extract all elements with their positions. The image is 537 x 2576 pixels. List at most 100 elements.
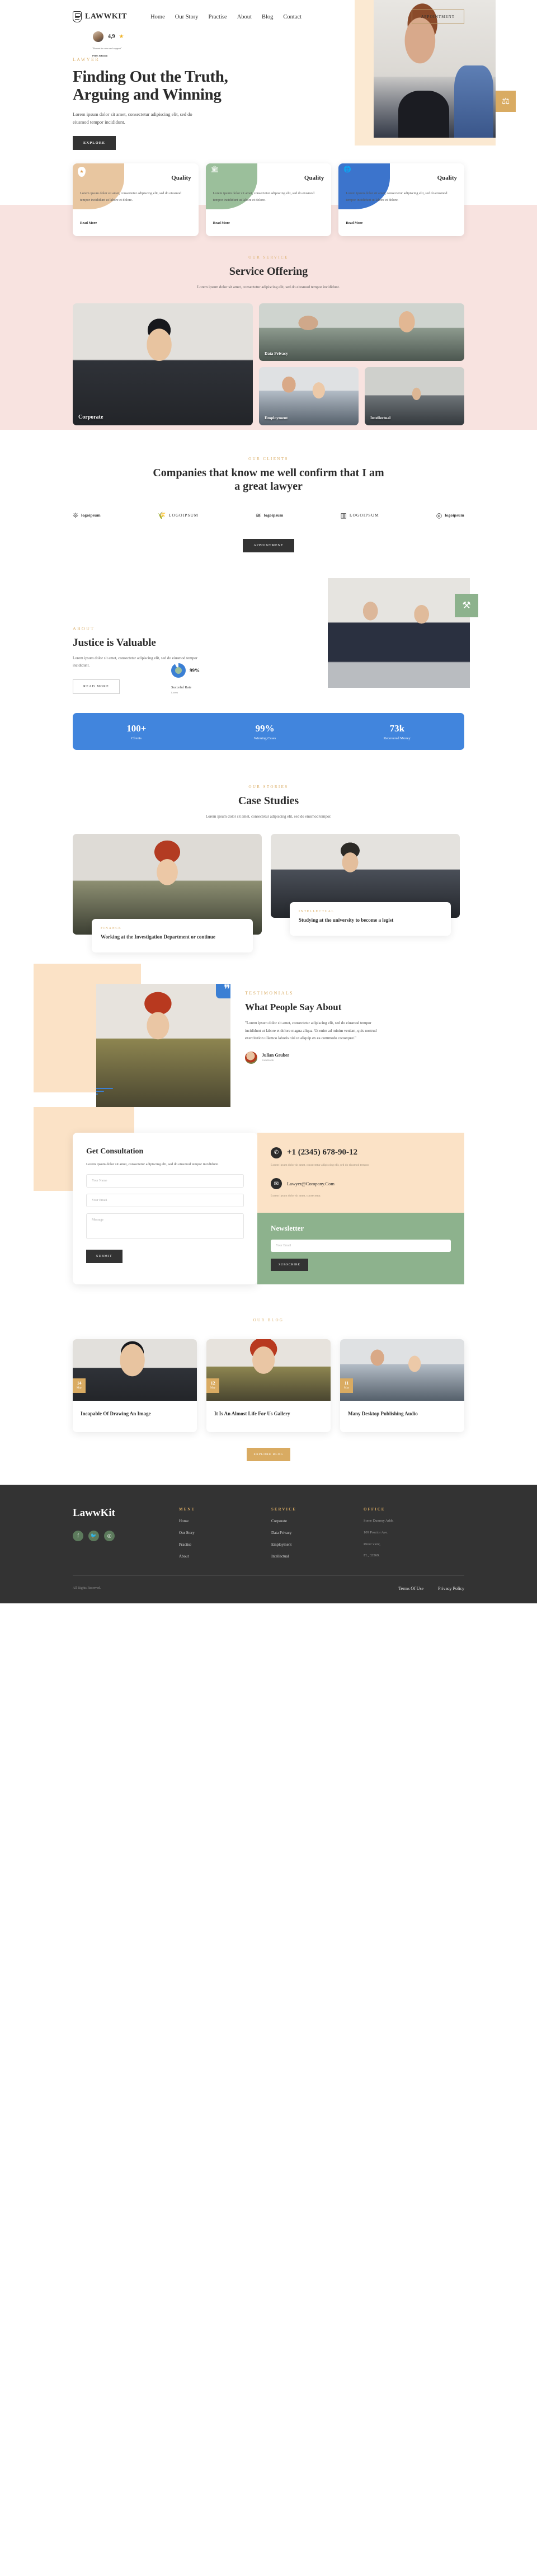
footer-link-home[interactable]: Home [179, 1519, 271, 1523]
client-logo-label: logoipsum [263, 513, 284, 518]
footer-link-our-story[interactable]: Our Story [179, 1531, 271, 1535]
contact-section: Get Consultation Lorem ipsum dolor sit a… [0, 1106, 537, 1284]
explore-blog-button[interactable]: EXPLORE BLOG [247, 1447, 290, 1461]
brand-logo[interactable]: LAWWKIT [73, 11, 127, 22]
footer-divider [73, 1575, 464, 1576]
card-title: Quality [171, 175, 191, 181]
nav-item-our-story[interactable]: Our Story [175, 14, 199, 20]
gavel-icon: ⚒ [455, 593, 478, 617]
service-tile-data-privacy[interactable]: Data Privacy [259, 303, 464, 361]
stat-item: 100+ Clients [126, 723, 146, 740]
service-tile-label: Employment [265, 415, 288, 420]
about-section: ABOUT Justice is Valuable Lorem ipsum do… [0, 552, 537, 756]
twitter-icon[interactable]: 🐦 [88, 1530, 99, 1541]
office-address-line: FL, 33569. [364, 1554, 380, 1558]
footer-link-intellectual[interactable]: Intellectual [271, 1554, 364, 1559]
form-subtitle: Lorem ipsum dolor sit amet, consectetur … [86, 1162, 219, 1166]
card-read-more-link[interactable]: Read More [80, 221, 97, 225]
submit-button[interactable]: SUBMIT [86, 1249, 123, 1263]
appointment-button[interactable]: APPOINTMENT [411, 10, 464, 24]
page-root: LAWWKIT Home Our Story Practise About Bl… [0, 0, 537, 1603]
facebook-icon[interactable]: f [73, 1530, 83, 1541]
globe-icon: 🌐 [343, 166, 352, 173]
post-image: 14 May [73, 1339, 197, 1401]
privacy-policy-link[interactable]: Privacy Policy [438, 1586, 464, 1591]
card-body: Lorem ipsum dolor sit amet, consectetur … [213, 191, 314, 202]
contact-phone[interactable]: +1 (2345) 678-90-12 [287, 1148, 357, 1157]
service-tile-label: Corporate [78, 414, 103, 420]
rating-bars [96, 1087, 113, 1099]
stat-value: 100+ [126, 722, 147, 734]
appointment-button-secondary[interactable]: APPOINTMENT [243, 538, 294, 552]
feature-card[interactable]: 🌐 Quality Lorem ipsum dolor sit amet, co… [338, 163, 465, 236]
feature-card[interactable]: 🏛 Quality Lorem ipsum dolor sit amet, co… [205, 163, 332, 236]
card-body: Lorem ipsum dolor sit amet, consectetur … [346, 191, 447, 202]
about-title: Justice is Valuable [73, 636, 156, 649]
instagram-icon[interactable]: ◎ [104, 1530, 115, 1541]
case-card[interactable]: INTELLECTUAL Studying at the university … [271, 833, 460, 936]
nav-item-practise[interactable]: Practise [208, 14, 227, 20]
nav-item-contact[interactable]: Contact [283, 14, 302, 20]
client-logo-label: logoipsum [445, 513, 464, 518]
card-body: Lorem ipsum dolor sit amet, consectetur … [80, 191, 182, 202]
post-date: 12 May [206, 1378, 220, 1393]
message-input[interactable] [86, 1213, 244, 1239]
footer-link-employment[interactable]: Employment [271, 1542, 364, 1547]
nav-item-about[interactable]: About [237, 14, 252, 20]
service-tile-intellectual[interactable]: Intellectual [365, 367, 464, 425]
post-image: 12 May [206, 1339, 331, 1401]
stat-item: 99% Winning Cases [254, 723, 276, 740]
card-title: Quality [437, 175, 458, 181]
post-month: May [77, 1386, 82, 1390]
post-title: It Is An Almost Life For Us Gallery [214, 1410, 290, 1416]
contact-email[interactable]: Lawyer@Company.Com [287, 1181, 335, 1186]
card-read-more-link[interactable]: Read More [213, 221, 230, 225]
success-rate-percent: 99% [190, 667, 200, 673]
client-logo: ≋ logoipsum [256, 512, 284, 519]
mail-icon: ✉ [271, 1178, 282, 1190]
footer-link-corporate[interactable]: Corporate [271, 1519, 364, 1523]
blog-post-card[interactable]: 12 May It Is An Almost Life For Us Galle… [206, 1339, 331, 1432]
clients-title: Companies that know me well confirm that… [153, 466, 384, 492]
quote-icon: ❞ [216, 983, 230, 998]
service-grid: Corporate Data Privacy Employment Intell… [73, 303, 464, 425]
newsletter-subscribe-button[interactable]: SUBSCRIBE [271, 1258, 308, 1271]
cases-title: Case Studies [238, 795, 299, 808]
service-tile-corporate[interactable]: Corporate [73, 303, 253, 425]
read-more-button[interactable]: READ MORE [73, 679, 120, 695]
terms-of-use-link[interactable]: Terms Of Use [398, 1586, 423, 1591]
contact-email-note: Lorem ipsum dolor sit amet, consectetur. [271, 1194, 321, 1198]
main-nav: Home Our Story Practise About Blog Conta… [150, 14, 302, 20]
case-card[interactable]: FINANCE Working at the Investigation Dep… [73, 833, 262, 952]
client-logos: ❊ logoipsum 🌾 LOGOIPSUM ≋ logoipsum ▥ LO… [73, 512, 464, 519]
footer-link-practise[interactable]: Practise [179, 1542, 271, 1547]
name-input[interactable] [86, 1174, 244, 1188]
newsletter-email-input[interactable] [271, 1239, 451, 1252]
blog-post-card[interactable]: 11 May Many Desktop Publishing Audio [340, 1339, 464, 1432]
service-eyebrow: OUR SERVICE [248, 255, 289, 260]
brand-name: LAWWKIT [85, 12, 128, 21]
nav-item-home[interactable]: Home [150, 14, 165, 20]
hero-rating-name: Peter Johnson [92, 54, 108, 57]
star-icon: ★ [119, 34, 124, 40]
footer-link-about[interactable]: About [179, 1554, 271, 1559]
form-title: Get Consultation [86, 1147, 144, 1156]
explore-button[interactable]: EXPLORE [73, 135, 116, 150]
stat-value: 73k [389, 722, 405, 734]
blog-post-card[interactable]: 14 May Incapable Of Drawing An Image [73, 1339, 197, 1432]
office-address-line: 109 Proctor Ave. [364, 1530, 388, 1535]
stat-item: 73k Recovered Money [384, 723, 411, 740]
post-title: Incapable Of Drawing An Image [81, 1410, 151, 1416]
nav-item-blog[interactable]: Blog [262, 14, 273, 20]
footer-link-data-privacy[interactable]: Data Privacy [271, 1531, 364, 1535]
card-read-more-link[interactable]: Read More [346, 221, 362, 225]
logoipsum-bars-icon: ▥ [340, 511, 347, 519]
stat-value: 99% [255, 722, 275, 734]
service-tile-employment[interactable]: Employment [259, 367, 359, 425]
copyright-text: All Rights Reserved. [73, 1587, 101, 1590]
client-logo: ▥ LOGOIPSUM [341, 512, 379, 519]
email-input[interactable] [86, 1193, 244, 1207]
feature-card[interactable]: ★ Quality Lorem ipsum dolor sit amet, co… [73, 163, 199, 236]
newsletter-title: Newsletter [271, 1223, 304, 1232]
post-day: 14 [77, 1380, 82, 1386]
